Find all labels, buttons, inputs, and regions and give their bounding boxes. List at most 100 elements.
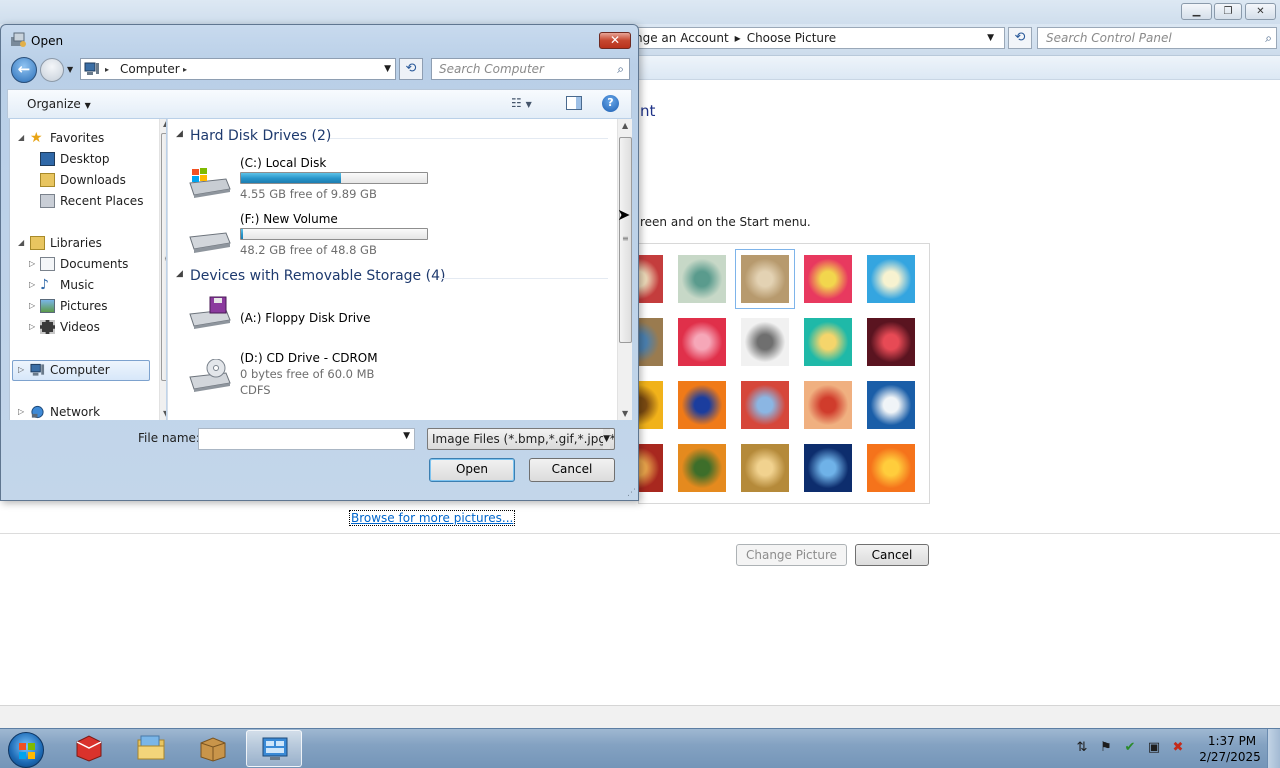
dialog-search-input[interactable]: Search Computer ⌕ (431, 58, 630, 80)
sailboat-picture[interactable] (867, 381, 915, 429)
scroll-up-icon[interactable]: ▲ (163, 119, 166, 128)
file-name-dropdown-icon[interactable]: ▼ (403, 431, 410, 441)
nav-scroll-thumb[interactable]: ≡ (161, 133, 166, 381)
file-list-scrollbar[interactable]: ▲ ≡ ▼ (617, 119, 632, 420)
explorer-folder-icon (137, 735, 165, 760)
back-arrow-icon[interactable]: ← (11, 57, 37, 83)
nav-item-computer[interactable]: ▷ Computer (10, 360, 150, 380)
breadcrumb-separator-icon[interactable]: ▸ (105, 60, 109, 80)
nav-item-documents[interactable]: ▷ Documents (10, 254, 150, 274)
scroll-up-icon[interactable]: ▲ (622, 121, 628, 130)
taskbar-control-panel[interactable] (246, 730, 302, 767)
clock-date[interactable]: 2/27/2025 (1198, 750, 1262, 764)
pinwheel-picture[interactable] (867, 255, 915, 303)
address-dropdown-icon[interactable]: ▼ (384, 59, 391, 79)
basket-picture[interactable] (741, 444, 789, 492)
scroll-down-icon[interactable]: ▼ (622, 409, 628, 418)
security-shield-icon[interactable]: ✔ (1122, 740, 1138, 756)
breadcrumb-separator-icon[interactable]: ▸ (735, 31, 741, 45)
file-name-input[interactable]: ▼ (198, 428, 415, 450)
file-list-scroll-thumb[interactable]: ≡ (619, 137, 632, 343)
control-panel-address-bar[interactable]: nge an Account ▸ Choose Picture ▼ (630, 27, 1005, 49)
collapsed-arrow-icon[interactable]: ▷ (29, 254, 35, 274)
scroll-down-icon[interactable]: ▼ (163, 409, 166, 418)
change-picture-button[interactable]: Change Picture (736, 544, 847, 566)
network-status-icon[interactable]: ▣ (1146, 740, 1162, 756)
kitten-picture[interactable] (735, 249, 795, 309)
group-collapse-icon[interactable]: ◢ (176, 269, 183, 279)
recent-pages-dropdown-icon[interactable]: ▼ (67, 65, 73, 74)
forward-arrow-icon[interactable] (40, 58, 64, 82)
nav-item-desktop[interactable]: Desktop (10, 149, 150, 169)
nav-item-pictures[interactable]: ▷ Pictures (10, 296, 150, 316)
collapsed-arrow-icon[interactable]: ▷ (29, 317, 35, 337)
search-icon[interactable]: ⌕ (1265, 28, 1272, 48)
preview-pane-icon[interactable] (566, 96, 582, 110)
gerbera-picture[interactable] (867, 444, 915, 492)
collapsed-arrow-icon[interactable]: ▷ (18, 402, 24, 420)
address-dropdown-icon[interactable]: ▼ (987, 28, 994, 48)
change-view-icon[interactable]: ☷ ▼ (511, 96, 532, 110)
chevron-down-icon[interactable]: ▼ (603, 429, 610, 449)
expanded-arrow-icon[interactable]: ◢ (18, 128, 24, 148)
nav-item-libraries[interactable]: ◢ Libraries (10, 233, 150, 253)
help-icon[interactable]: ? (602, 95, 619, 112)
dialog-close-button[interactable]: ✕ (599, 32, 631, 49)
dialog-address-bar[interactable]: ▸ Computer ▸ ▼ (80, 58, 396, 80)
group-divider (330, 138, 608, 139)
volume-muted-icon[interactable]: ✖ (1170, 740, 1186, 756)
nav-item-music[interactable]: ▷ ♪ Music (10, 275, 150, 295)
nav-item-downloads[interactable]: Downloads (10, 170, 150, 190)
search-icon[interactable]: ⌕ (617, 59, 624, 79)
clock-time[interactable]: 1:37 PM (1205, 734, 1259, 748)
nav-item-favorites[interactable]: ◢ ★ Favorites (10, 128, 150, 148)
nav-item-network[interactable]: ▷ Network (10, 402, 150, 420)
group-header-removable[interactable]: Devices with Removable Storage (4) (190, 268, 445, 284)
taskbar-app-red[interactable] (61, 730, 117, 767)
collapsed-arrow-icon[interactable]: ▷ (29, 296, 35, 316)
restore-button[interactable]: ❐ (1214, 3, 1242, 20)
action-center-flag-icon[interactable]: ⚑ (1098, 740, 1114, 756)
minimize-button[interactable]: ▁ (1181, 3, 1212, 20)
nav-item-videos[interactable]: ▷ Videos (10, 317, 150, 337)
resize-grip-icon[interactable]: ⋰ (627, 488, 636, 498)
control-panel-search-input[interactable]: Search Control Panel ⌕ (1037, 27, 1277, 49)
collapsed-arrow-icon[interactable]: ▷ (29, 275, 35, 295)
cancel-button[interactable]: Cancel (855, 544, 929, 566)
refresh-icon[interactable]: ⟲ (1008, 27, 1032, 49)
crane-picture[interactable] (867, 318, 915, 366)
starfish-picture[interactable] (678, 318, 726, 366)
file-type-select[interactable]: Image Files (*.bmp,*.gif,*.jpg,*. ▼ (427, 428, 615, 450)
browse-more-pictures-link[interactable]: Browse for more pictures... (348, 510, 516, 526)
organize-menu[interactable]: Organize ▼ (27, 97, 91, 111)
dialog-cancel-button[interactable]: Cancel (529, 458, 615, 482)
show-desktop-button[interactable] (1267, 729, 1280, 768)
refresh-icon[interactable]: ⟲ (399, 58, 423, 80)
globe-picture[interactable] (678, 255, 726, 303)
taskbar-explorer[interactable] (123, 730, 179, 767)
lighthouse-picture[interactable] (804, 444, 852, 492)
breadcrumb-choose-picture[interactable]: Choose Picture (747, 31, 836, 45)
group-collapse-icon[interactable]: ◢ (176, 129, 183, 139)
balloon-picture[interactable] (741, 381, 789, 429)
nav-scrollbar[interactable]: ▲ ≡ ▼ (159, 119, 166, 420)
breadcrumb-computer[interactable]: Computer (120, 59, 180, 79)
open-button[interactable]: Open (429, 458, 515, 482)
group-header-hard-disks[interactable]: Hard Disk Drives (2) (190, 128, 331, 144)
butterfly-picture[interactable] (678, 444, 726, 492)
stairs-picture[interactable] (804, 318, 852, 366)
nav-item-recent-places[interactable]: Recent Places (10, 191, 150, 211)
breadcrumb-change-account[interactable]: nge an Account (635, 31, 729, 45)
flower-picture[interactable] (804, 255, 852, 303)
close-button[interactable]: ✕ (1245, 3, 1276, 20)
breadcrumb-separator-icon[interactable]: ▸ (183, 60, 187, 80)
collapsed-arrow-icon[interactable]: ▷ (18, 360, 24, 380)
downloads-folder-icon (40, 173, 55, 187)
fish-picture[interactable] (678, 381, 726, 429)
taskbar-package[interactable] (185, 730, 241, 767)
expanded-arrow-icon[interactable]: ◢ (18, 233, 24, 253)
doll-picture[interactable] (804, 381, 852, 429)
jacks-picture[interactable] (741, 318, 789, 366)
show-hidden-icons-icon[interactable]: ⇅ (1074, 740, 1090, 756)
start-button[interactable] (8, 732, 44, 768)
